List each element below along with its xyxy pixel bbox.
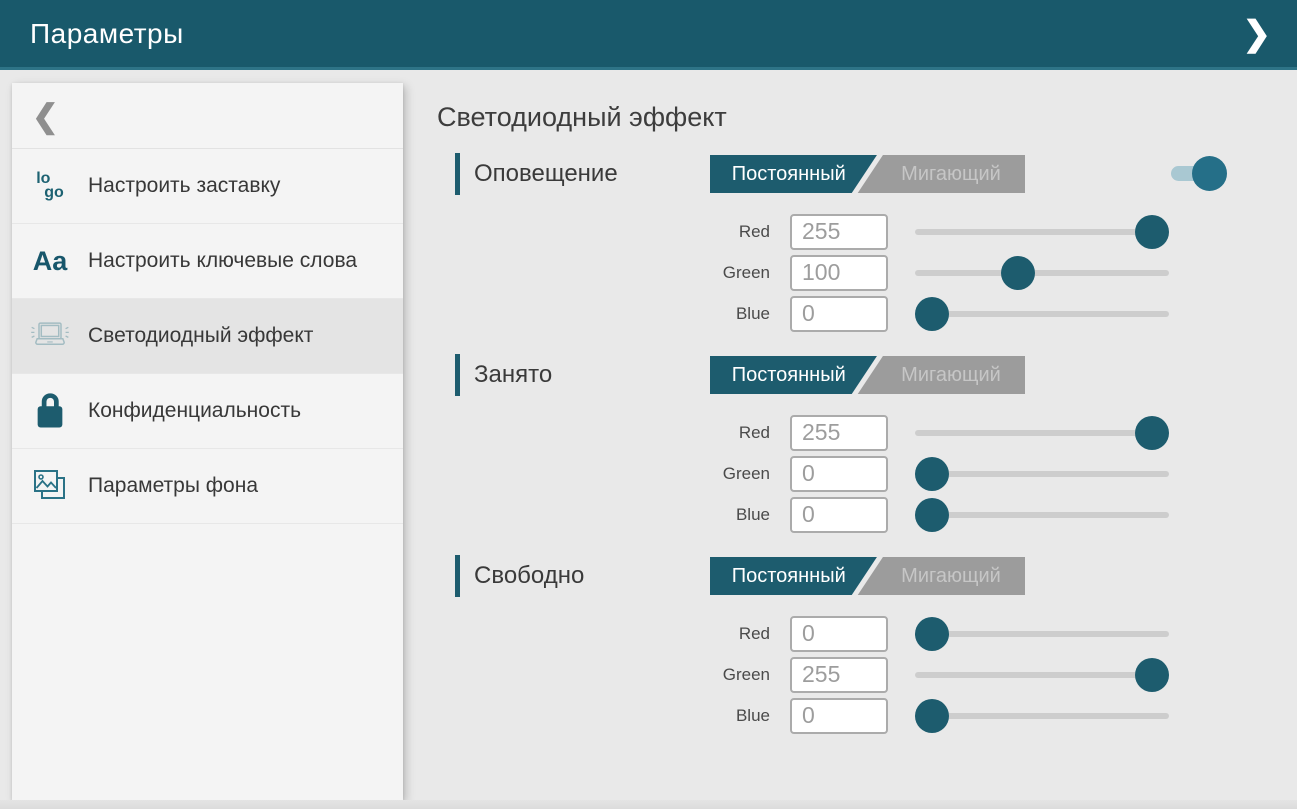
blue-value-input[interactable] <box>790 296 888 332</box>
slider-track <box>915 471 1169 477</box>
section-title: Свободно <box>474 562 584 590</box>
mode-segmented-control: Постоянный Мигающий <box>710 155 1025 193</box>
sidebar-item-background[interactable]: Параметры фона <box>12 449 403 524</box>
blue-slider[interactable] <box>915 498 1169 532</box>
sidebar-item-keywords[interactable]: Aa Настроить ключевые слова <box>12 224 403 299</box>
bottom-edge <box>0 800 1297 809</box>
slider-track <box>915 672 1169 678</box>
sidebar-item-label: Конфиденциальность <box>88 398 301 424</box>
slider-label: Red <box>437 222 790 242</box>
main-content: Светодиодный эффект Оповещение Постоянны… <box>437 70 1297 736</box>
mode-option-blinking[interactable]: Мигающий <box>877 557 1025 595</box>
red-slider[interactable] <box>915 416 1169 450</box>
sidebar-item-privacy[interactable]: Конфиденциальность <box>12 374 403 449</box>
mode-segmented-control: Постоянный Мигающий <box>710 557 1025 595</box>
slider-row-green: Green <box>437 252 1297 293</box>
slider-label: Green <box>437 665 790 685</box>
red-slider[interactable] <box>915 215 1169 249</box>
app-header: Параметры ❯ <box>0 0 1297 70</box>
section-busy: Занято Постоянный Мигающий Red Green <box>437 352 1297 535</box>
slider-label: Blue <box>437 304 790 324</box>
section-accent-bar <box>455 354 460 396</box>
section-free: Свободно Постоянный Мигающий Red Green <box>437 553 1297 736</box>
slider-track <box>915 311 1169 317</box>
slider-track <box>915 631 1169 637</box>
mode-option-blinking[interactable]: Мигающий <box>877 356 1025 394</box>
slider-thumb[interactable] <box>1001 256 1035 290</box>
green-slider[interactable] <box>915 256 1169 290</box>
led-screen-icon <box>28 314 72 358</box>
blue-value-input[interactable] <box>790 497 888 533</box>
red-value-input[interactable] <box>790 415 888 451</box>
sidebar-item-label: Настроить заставку <box>88 173 280 199</box>
page-title: Параметры <box>30 18 184 50</box>
slider-track <box>915 713 1169 719</box>
slider-label: Green <box>437 464 790 484</box>
green-value-input[interactable] <box>790 657 888 693</box>
sidebar-item-label: Светодиодный эффект <box>88 323 313 349</box>
keywords-aa-icon: Aa <box>28 239 72 283</box>
green-value-input[interactable] <box>790 255 888 291</box>
slider-label: Red <box>437 423 790 443</box>
slider-row-blue: Blue <box>437 695 1297 736</box>
notification-toggle[interactable] <box>1171 156 1227 191</box>
green-slider[interactable] <box>915 658 1169 692</box>
slider-row-red: Red <box>437 211 1297 252</box>
slider-row-red: Red <box>437 412 1297 453</box>
section-title: Оповещение <box>474 160 618 188</box>
back-chevron-icon: ❮ <box>32 97 59 135</box>
blue-slider[interactable] <box>915 297 1169 331</box>
sidebar-back-button[interactable]: ❮ <box>12 83 403 149</box>
slider-thumb[interactable] <box>915 699 949 733</box>
red-slider[interactable] <box>915 617 1169 651</box>
slider-row-green: Green <box>437 654 1297 695</box>
slider-row-red: Red <box>437 613 1297 654</box>
sidebar-item-label: Параметры фона <box>88 473 258 499</box>
forward-chevron-icon[interactable]: ❯ <box>1243 17 1272 51</box>
green-value-input[interactable] <box>790 456 888 492</box>
slider-track <box>915 270 1169 276</box>
slider-label: Blue <box>437 706 790 726</box>
slider-row-green: Green <box>437 453 1297 494</box>
red-value-input[interactable] <box>790 214 888 250</box>
slider-label: Blue <box>437 505 790 525</box>
blue-value-input[interactable] <box>790 698 888 734</box>
lock-icon <box>28 389 72 433</box>
slider-track <box>915 229 1169 235</box>
slider-thumb[interactable] <box>1135 215 1169 249</box>
slider-row-blue: Blue <box>437 494 1297 535</box>
slider-thumb[interactable] <box>1135 416 1169 450</box>
sidebar-item-led-effect[interactable]: Светодиодный эффект <box>12 299 403 374</box>
slider-row-blue: Blue <box>437 293 1297 334</box>
toggle-thumb <box>1192 156 1227 191</box>
slider-thumb[interactable] <box>915 297 949 331</box>
sidebar: ❮ logo Настроить заставку Aa Настроить к… <box>12 83 403 800</box>
mode-segmented-control: Постоянный Мигающий <box>710 356 1025 394</box>
section-title: Занято <box>474 361 552 389</box>
sidebar-item-splash-screen[interactable]: logo Настроить заставку <box>12 149 403 224</box>
background-images-icon <box>28 464 72 508</box>
slider-thumb[interactable] <box>915 498 949 532</box>
section-accent-bar <box>455 153 460 195</box>
logo-icon: logo <box>28 164 72 208</box>
content-title: Светодиодный эффект <box>437 102 1297 133</box>
red-value-input[interactable] <box>790 616 888 652</box>
blue-slider[interactable] <box>915 699 1169 733</box>
section-accent-bar <box>455 555 460 597</box>
slider-thumb[interactable] <box>1135 658 1169 692</box>
slider-label: Green <box>437 263 790 283</box>
slider-thumb[interactable] <box>915 457 949 491</box>
mode-option-blinking[interactable]: Мигающий <box>877 155 1025 193</box>
section-notification: Оповещение Постоянный Мигающий Red <box>437 151 1297 334</box>
sidebar-item-label: Настроить ключевые слова <box>88 248 357 274</box>
slider-label: Red <box>437 624 790 644</box>
slider-track <box>915 512 1169 518</box>
slider-track <box>915 430 1169 436</box>
slider-thumb[interactable] <box>915 617 949 651</box>
green-slider[interactable] <box>915 457 1169 491</box>
